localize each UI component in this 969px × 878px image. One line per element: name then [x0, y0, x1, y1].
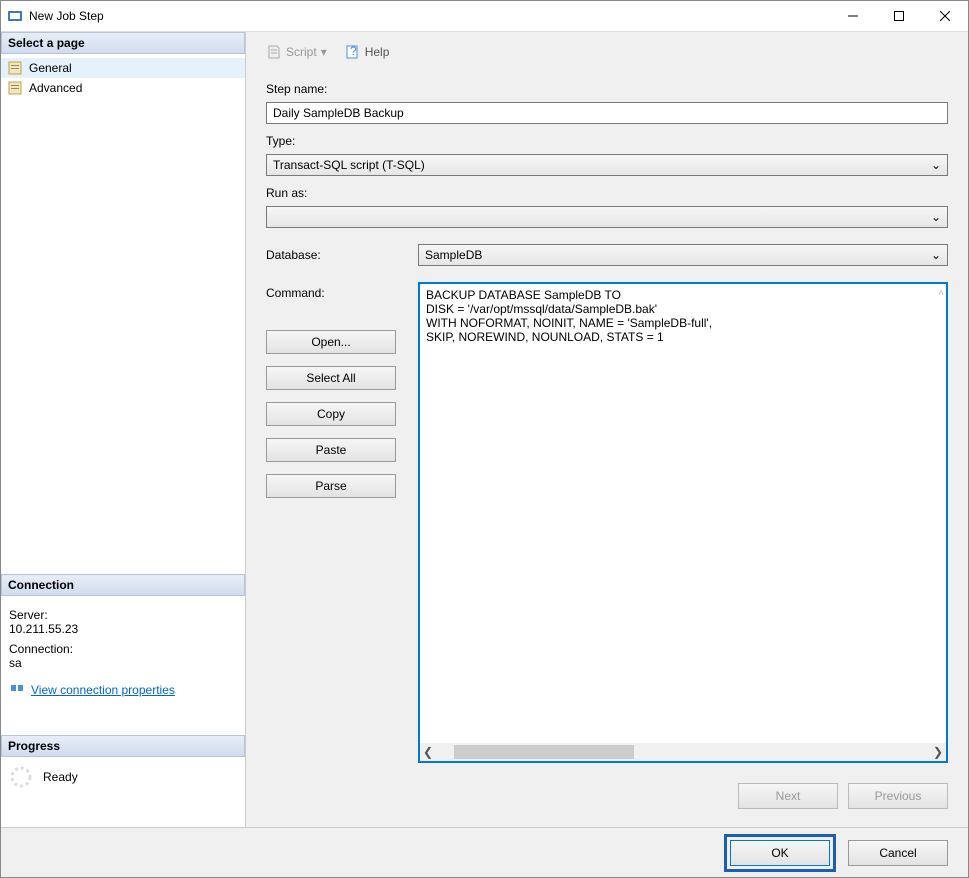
view-connection-link[interactable]: View connection properties — [9, 680, 237, 699]
chevron-down-icon: ⌄ — [931, 248, 941, 262]
scroll-right-icon[interactable]: ❯ — [930, 745, 946, 759]
horizontal-scrollbar[interactable]: ❮ ❯ — [420, 743, 946, 761]
scroll-left-icon[interactable]: ❮ — [420, 745, 436, 759]
page-label: Advanced — [29, 81, 82, 95]
run-as-label: Run as: — [266, 186, 948, 200]
help-icon: ? — [345, 44, 361, 60]
connection-link-text: View connection properties — [31, 683, 175, 697]
chevron-down-icon: ⌄ — [931, 210, 941, 224]
cancel-button[interactable]: Cancel — [848, 840, 948, 866]
close-button[interactable] — [922, 1, 968, 31]
server-label: Server: — [9, 608, 237, 622]
page-label: General — [29, 61, 72, 75]
select-page-header: Select a page — [1, 32, 245, 54]
previous-button[interactable]: Previous — [848, 783, 948, 809]
command-textarea[interactable] — [420, 284, 946, 743]
app-icon — [7, 8, 23, 24]
maximize-button[interactable] — [876, 1, 922, 31]
type-label: Type: — [266, 134, 948, 148]
paste-button[interactable]: Paste — [266, 438, 396, 462]
connection-block: Server: 10.211.55.23 Connection: sa View… — [1, 596, 245, 705]
chevron-down-icon: ⌄ — [931, 158, 941, 172]
progress-status: Ready — [43, 770, 78, 784]
page-icon — [7, 60, 23, 76]
left-panel: Select a page General Advanced Connectio… — [1, 32, 246, 827]
titlebar: New Job Step — [1, 1, 968, 32]
script-label: Script — [286, 45, 317, 59]
next-button[interactable]: Next — [738, 783, 838, 809]
connection-header: Connection — [1, 574, 245, 596]
progress-header: Progress — [1, 735, 245, 757]
run-as-combo[interactable]: ⌄ — [266, 206, 948, 228]
page-item-general[interactable]: General — [1, 58, 245, 78]
database-value: SampleDB — [425, 248, 482, 262]
page-icon — [7, 80, 23, 96]
svg-text:?: ? — [350, 44, 357, 58]
type-value: Transact-SQL script (T-SQL) — [273, 158, 425, 172]
copy-button[interactable]: Copy — [266, 402, 396, 426]
help-label: Help — [365, 45, 390, 59]
database-label: Database: — [266, 244, 406, 262]
step-name-label: Step name: — [266, 82, 948, 96]
parse-button[interactable]: Parse — [266, 474, 396, 498]
minimize-button[interactable] — [830, 1, 876, 31]
script-button[interactable]: Script ▾ — [262, 42, 331, 62]
footer: OK Cancel — [1, 827, 968, 877]
page-list: General Advanced — [1, 54, 245, 102]
step-name-input[interactable] — [266, 102, 948, 124]
open-button[interactable]: Open... — [266, 330, 396, 354]
connection-label: Connection: — [9, 642, 237, 656]
scrollbar-thumb[interactable] — [454, 745, 634, 759]
server-value: 10.211.55.23 — [9, 622, 237, 636]
script-icon — [266, 44, 282, 60]
progress-spinner-icon — [9, 765, 33, 789]
form-area: Step name: Type: Transact-SQL script (T-… — [262, 70, 952, 817]
page-item-advanced[interactable]: Advanced — [1, 78, 245, 98]
command-label: Command: — [266, 282, 406, 300]
help-button[interactable]: ? Help — [341, 42, 394, 62]
content-panel: Script ▾ ? Help Step name: Type: Transac… — [246, 32, 968, 827]
ok-button[interactable]: OK — [730, 840, 830, 866]
window-controls — [830, 1, 968, 31]
connection-value: sa — [9, 656, 237, 670]
toolbar: Script ▾ ? Help — [262, 42, 952, 70]
window-title: New Job Step — [29, 9, 830, 23]
chevron-down-icon: ▾ — [321, 45, 327, 59]
select-all-button[interactable]: Select All — [266, 366, 396, 390]
type-combo[interactable]: Transact-SQL script (T-SQL) ⌄ — [266, 154, 948, 176]
connection-icon — [9, 680, 25, 699]
scroll-up-icon[interactable]: ˄ — [938, 288, 944, 299]
progress-block: Ready — [1, 757, 245, 797]
command-editor[interactable]: ˄ ❮ ❯ — [418, 282, 948, 763]
ok-highlight: OK — [724, 834, 836, 872]
database-combo[interactable]: SampleDB ⌄ — [418, 244, 948, 266]
